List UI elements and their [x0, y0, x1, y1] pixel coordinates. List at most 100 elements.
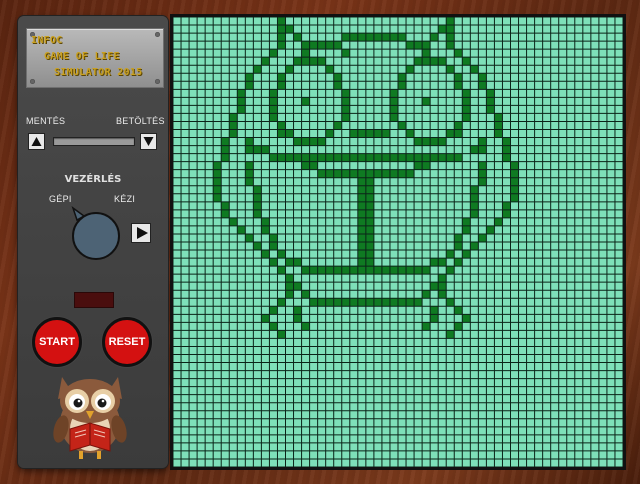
live-cell[interactable]	[398, 73, 407, 82]
live-cell[interactable]	[373, 33, 382, 42]
live-cell[interactable]	[349, 153, 358, 162]
live-cell[interactable]	[365, 153, 374, 162]
live-cell[interactable]	[269, 233, 278, 242]
live-cell[interactable]	[301, 57, 310, 66]
live-cell[interactable]	[261, 225, 270, 234]
live-cell[interactable]	[325, 266, 334, 275]
live-cell[interactable]	[213, 185, 222, 194]
live-cell[interactable]	[486, 105, 495, 114]
live-cell[interactable]	[293, 282, 302, 291]
live-cell[interactable]	[317, 137, 326, 146]
live-cell[interactable]	[277, 266, 286, 275]
live-cell[interactable]	[462, 113, 471, 122]
live-cell[interactable]	[357, 169, 366, 178]
live-cell[interactable]	[446, 33, 455, 42]
live-cell[interactable]	[462, 97, 471, 106]
live-cell[interactable]	[221, 153, 230, 162]
live-cell[interactable]	[398, 266, 407, 275]
live-cell[interactable]	[221, 201, 230, 210]
live-cell[interactable]	[422, 290, 431, 299]
live-cell[interactable]	[478, 137, 487, 146]
live-cell[interactable]	[317, 41, 326, 50]
reset-button[interactable]: RESET	[102, 317, 152, 367]
live-cell[interactable]	[229, 217, 238, 226]
game-board[interactable]	[170, 14, 626, 470]
live-cell[interactable]	[357, 185, 366, 194]
live-cell[interactable]	[454, 49, 463, 58]
mode-knob[interactable]	[72, 212, 120, 260]
live-cell[interactable]	[285, 274, 294, 283]
live-cell[interactable]	[462, 57, 471, 66]
live-cell[interactable]	[373, 153, 382, 162]
live-cell[interactable]	[365, 201, 374, 210]
live-cell[interactable]	[365, 298, 374, 307]
live-cell[interactable]	[422, 57, 431, 66]
live-cell[interactable]	[422, 137, 431, 146]
live-cell[interactable]	[253, 201, 262, 210]
live-cell[interactable]	[261, 145, 270, 154]
live-cell[interactable]	[454, 129, 463, 138]
live-cell[interactable]	[454, 121, 463, 130]
live-cell[interactable]	[494, 217, 503, 226]
live-cell[interactable]	[502, 145, 511, 154]
live-cell[interactable]	[406, 266, 415, 275]
live-cell[interactable]	[438, 153, 447, 162]
live-cell[interactable]	[333, 153, 342, 162]
live-cell[interactable]	[406, 169, 415, 178]
live-cell[interactable]	[438, 258, 447, 267]
live-cell[interactable]	[229, 129, 238, 138]
live-cell[interactable]	[237, 105, 246, 114]
live-cell[interactable]	[406, 65, 415, 74]
live-cell[interactable]	[277, 17, 286, 26]
live-cell[interactable]	[389, 298, 398, 307]
live-cell[interactable]	[454, 322, 463, 331]
live-cell[interactable]	[277, 250, 286, 259]
live-cell[interactable]	[365, 169, 374, 178]
live-cell[interactable]	[341, 266, 350, 275]
live-cell[interactable]	[398, 153, 407, 162]
live-cell[interactable]	[381, 153, 390, 162]
live-cell[interactable]	[454, 153, 463, 162]
live-cell[interactable]	[438, 137, 447, 146]
live-cell[interactable]	[221, 137, 230, 146]
live-cell[interactable]	[357, 242, 366, 251]
save-button[interactable]	[28, 133, 45, 150]
live-cell[interactable]	[430, 33, 439, 42]
live-cell[interactable]	[269, 322, 278, 331]
live-cell[interactable]	[478, 177, 487, 186]
live-cell[interactable]	[357, 298, 366, 307]
live-cell[interactable]	[365, 233, 374, 242]
live-cell[interactable]	[494, 113, 503, 122]
live-cell[interactable]	[462, 314, 471, 323]
live-cell[interactable]	[309, 266, 318, 275]
live-cell[interactable]	[221, 145, 230, 154]
live-cell[interactable]	[221, 209, 230, 218]
live-cell[interactable]	[357, 177, 366, 186]
live-cell[interactable]	[309, 153, 318, 162]
live-cell[interactable]	[285, 290, 294, 299]
live-cell[interactable]	[389, 89, 398, 98]
live-cell[interactable]	[446, 250, 455, 259]
live-cell[interactable]	[349, 266, 358, 275]
live-cell[interactable]	[269, 113, 278, 122]
live-cell[interactable]	[438, 274, 447, 283]
live-cell[interactable]	[446, 129, 455, 138]
live-cell[interactable]	[213, 161, 222, 170]
live-cell[interactable]	[430, 282, 439, 291]
live-cell[interactable]	[309, 161, 318, 170]
live-cell[interactable]	[237, 97, 246, 106]
live-cell[interactable]	[301, 153, 310, 162]
live-cell[interactable]	[510, 177, 519, 186]
live-cell[interactable]	[269, 306, 278, 315]
live-cell[interactable]	[478, 145, 487, 154]
live-cell[interactable]	[277, 330, 286, 339]
live-cell[interactable]	[478, 73, 487, 82]
live-cell[interactable]	[454, 81, 463, 90]
live-cell[interactable]	[269, 242, 278, 251]
step-button[interactable]	[131, 223, 151, 243]
live-cell[interactable]	[269, 258, 278, 267]
live-cell[interactable]	[357, 266, 366, 275]
live-cell[interactable]	[237, 89, 246, 98]
live-cell[interactable]	[422, 266, 431, 275]
live-cell[interactable]	[438, 57, 447, 66]
